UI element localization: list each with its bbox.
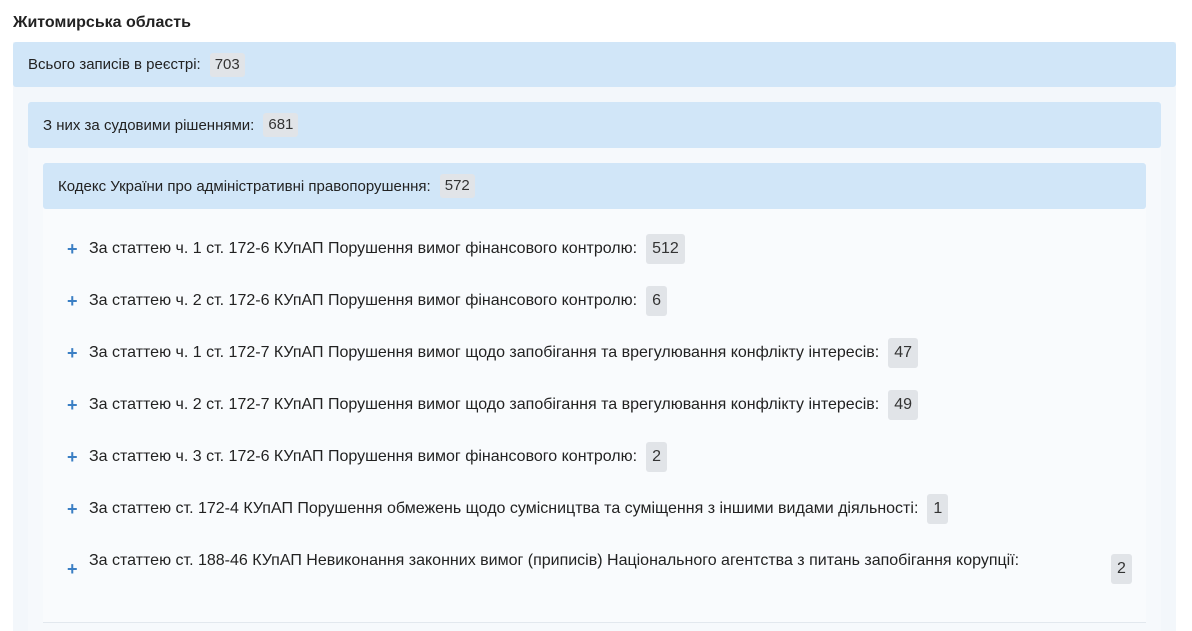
article-count: 2 [1111, 554, 1132, 584]
article-list: + За статтею ч. 1 ст. 172-6 КУпАП Поруше… [67, 234, 1132, 616]
article-item[interactable]: + За статтею ст. 188-46 КУпАП Невиконанн… [67, 546, 1132, 616]
admin-code-row: Кодекс України про адміністративні право… [58, 163, 475, 209]
court-decisions-label: З них за судовими рішеннями: [43, 116, 255, 134]
article-text: За статтею ч. 3 ст. 172-6 КУпАП Порушенн… [89, 448, 638, 465]
admin-code-header[interactable]: Кодекс України про адміністративні право… [43, 163, 1146, 209]
registry-total-label: Всього записів в реєстрі: [28, 56, 201, 73]
article-text: За статтею ч. 2 ст. 172-7 КУпАП Порушенн… [89, 396, 880, 413]
article-count: 512 [646, 234, 685, 264]
page: Житомирська область Всього записів в реє… [0, 0, 1192, 631]
registry-total-row: Всього записів в реєстрі: 703 [28, 42, 245, 87]
article-text: За статтею ч. 1 ст. 172-7 КУпАП Порушенн… [89, 344, 880, 361]
plus-icon[interactable]: + [67, 390, 89, 420]
article-count: 1 [927, 494, 949, 524]
article-item[interactable]: + За статтею ч. 2 ст. 172-6 КУпАП Поруше… [67, 286, 1127, 338]
plus-icon[interactable]: + [67, 442, 89, 472]
article-item[interactable]: + За статтею ч. 3 ст. 172-6 КУпАП Поруше… [67, 442, 1127, 494]
admin-code-count: 572 [439, 174, 475, 198]
plus-icon[interactable]: + [67, 558, 89, 580]
registry-total-header[interactable]: Всього записів в реєстрі: 703 [13, 42, 1176, 87]
article-item[interactable]: + За статтею ч. 2 ст. 172-7 КУпАП Поруше… [67, 390, 1127, 442]
registry-total-count: 703 [209, 52, 245, 77]
plus-icon[interactable]: + [67, 338, 89, 368]
article-text: За статтею ст. 188-46 КУпАП Невиконання … [89, 552, 1020, 569]
article-text: За статтею ст. 172-4 КУпАП Порушення обм… [89, 500, 919, 517]
admin-code-label: Кодекс України про адміністративні право… [58, 177, 431, 195]
article-count: 49 [888, 390, 918, 420]
region-title: Житомирська область [13, 14, 191, 31]
article-text: За статтею ч. 2 ст. 172-6 КУпАП Порушенн… [89, 292, 638, 309]
article-item[interactable]: + За статтею ч. 1 ст. 172-7 КУпАП Поруше… [67, 338, 1127, 390]
article-item[interactable]: + За статтею ст. 172-4 КУпАП Порушення о… [67, 494, 1127, 546]
article-count: 6 [646, 286, 667, 316]
court-decisions-header[interactable]: З них за судовими рішеннями: 681 [28, 102, 1161, 148]
admin-code-panel: Кодекс України про адміністративні право… [43, 163, 1146, 623]
plus-icon[interactable]: + [67, 234, 89, 264]
plus-icon[interactable]: + [67, 286, 89, 316]
article-text: За статтею ч. 1 ст. 172-6 КУпАП Порушенн… [89, 240, 638, 257]
plus-icon[interactable]: + [67, 494, 89, 524]
article-item[interactable]: + За статтею ч. 1 ст. 172-6 КУпАП Поруше… [67, 234, 1127, 286]
article-count: 47 [888, 338, 918, 368]
article-count: 2 [646, 442, 667, 472]
court-decisions-count: 681 [263, 113, 299, 137]
court-decisions-row: З них за судовими рішеннями: 681 [43, 102, 299, 148]
